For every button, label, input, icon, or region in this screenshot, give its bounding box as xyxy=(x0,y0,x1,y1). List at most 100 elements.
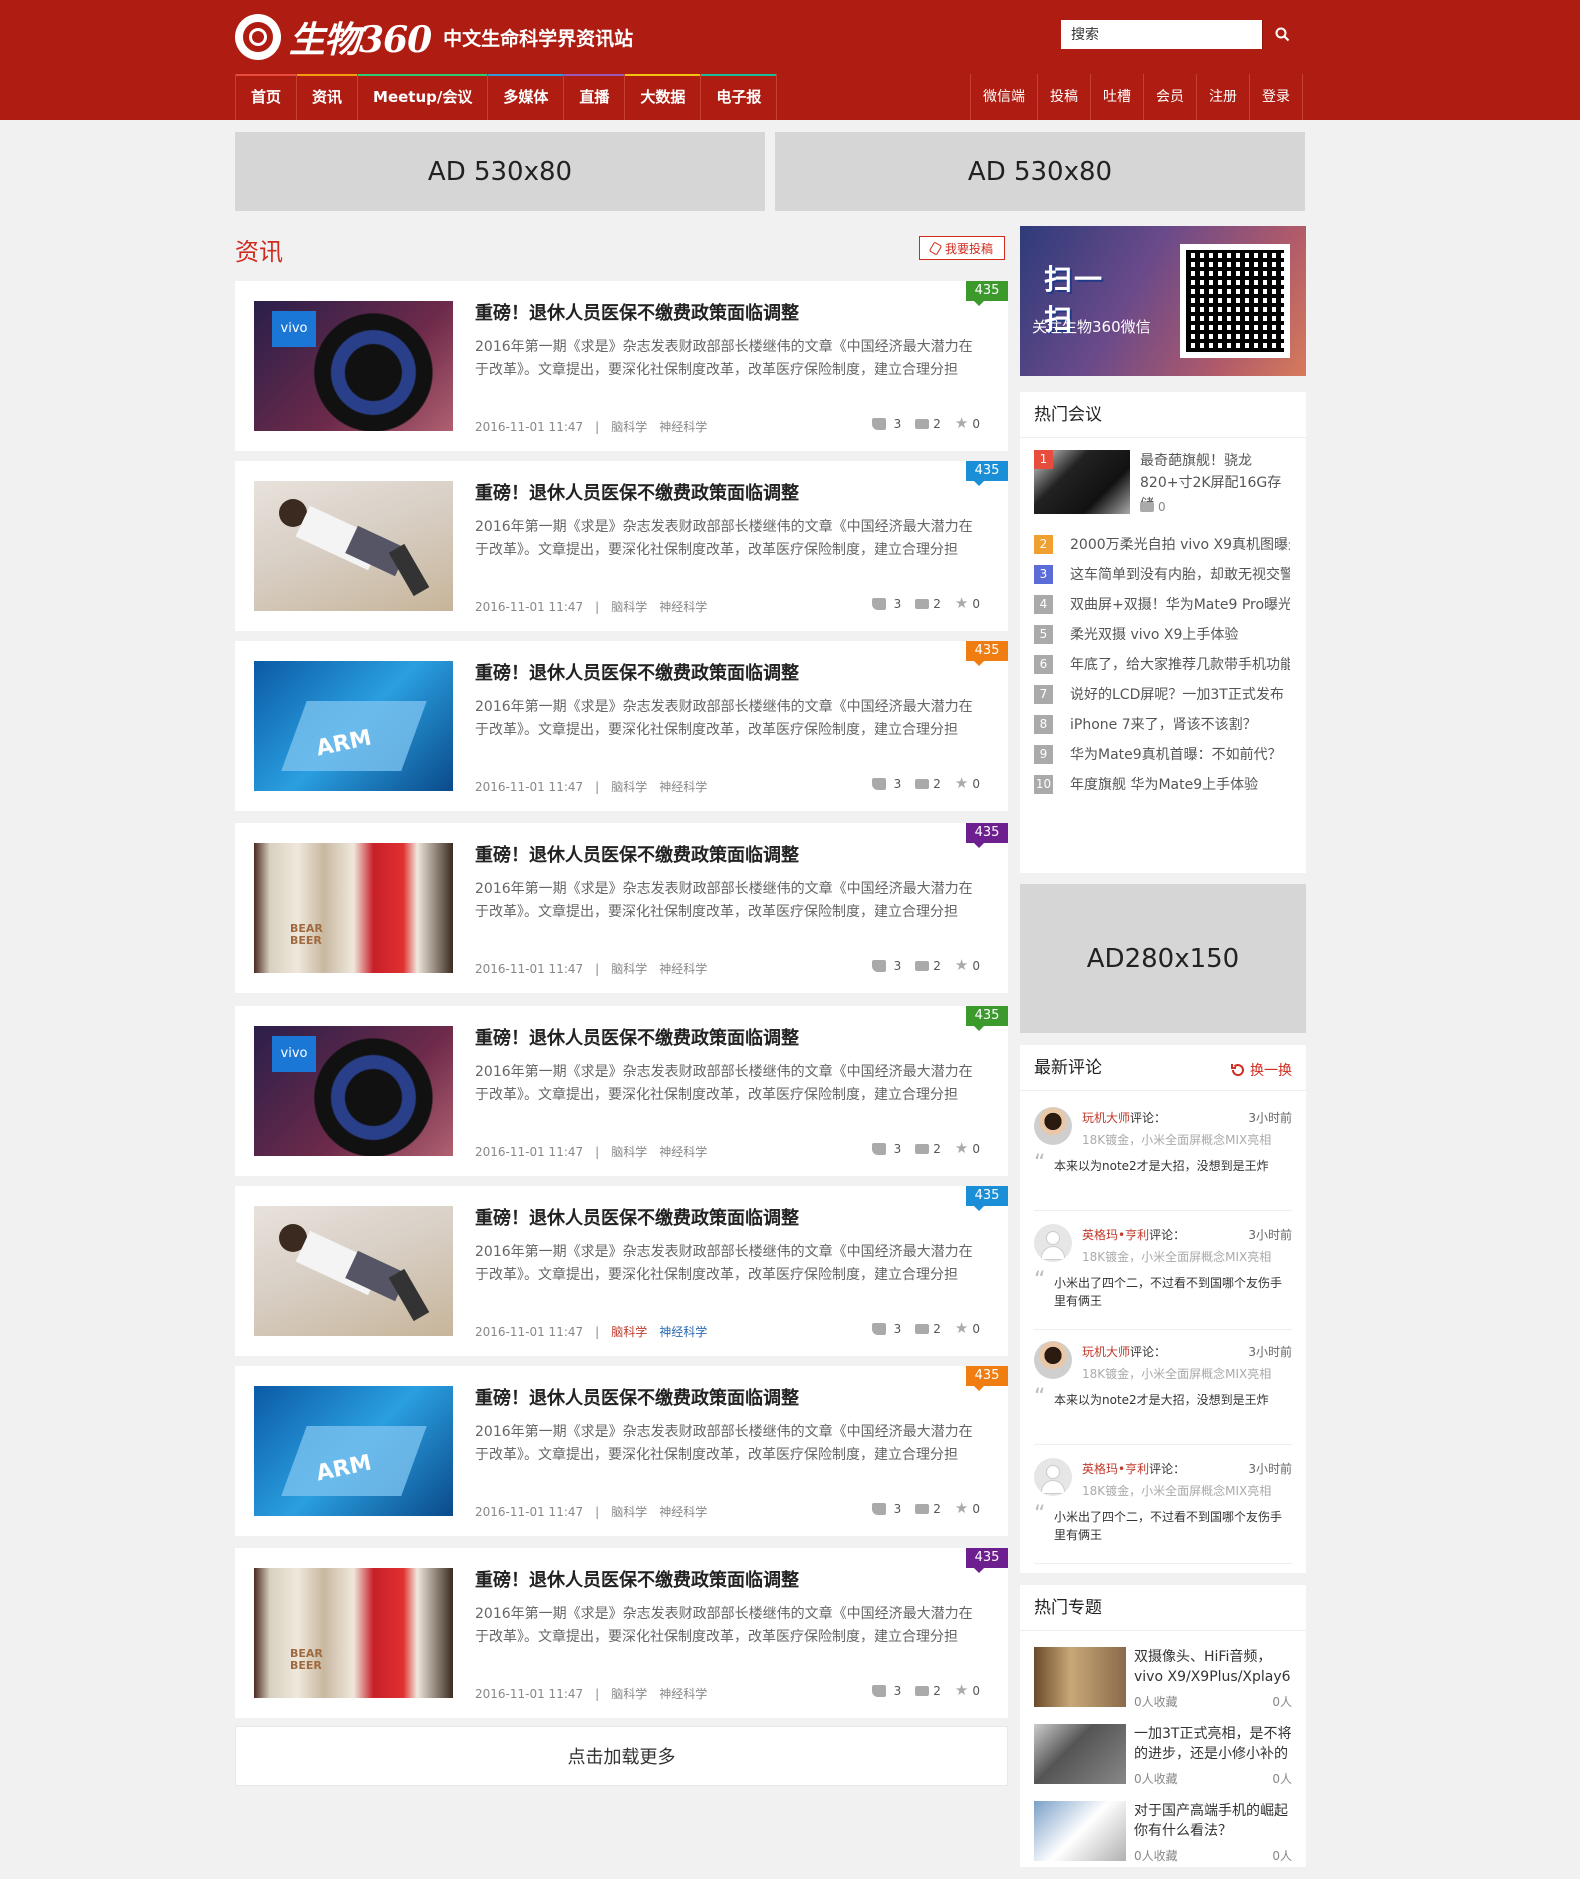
ad-side-banner[interactable]: AD280x150 xyxy=(1020,884,1306,1033)
refresh-comments-button[interactable]: 换一换 xyxy=(1230,1060,1292,1080)
star-stat[interactable]: ★ 0 xyxy=(955,1321,980,1336)
like-stat[interactable]: 3 xyxy=(871,1502,901,1516)
article-tag[interactable]: 脑科学 xyxy=(611,600,647,614)
comment-username[interactable]: 英格玛•亨利 xyxy=(1082,1462,1149,1476)
load-more-button[interactable]: 点击加载更多 xyxy=(235,1726,1008,1786)
like-stat[interactable]: 3 xyxy=(871,1142,901,1156)
article-card[interactable]: BEAR BEER 重磅！退休人员医保不缴费政策面临调整 2016年第一期《求是》杂志… xyxy=(235,823,1008,993)
article-tag[interactable]: 脑科学 xyxy=(611,1325,647,1339)
comment-stat[interactable]: 2 xyxy=(915,1142,941,1156)
comment-stat[interactable]: 2 xyxy=(915,417,941,431)
comment-stat[interactable]: 2 xyxy=(915,1502,941,1516)
like-stat[interactable]: 3 xyxy=(871,597,901,611)
article-tag[interactable]: 神经科学 xyxy=(659,1325,707,1339)
comment-stat[interactable]: 2 xyxy=(915,1322,941,1336)
comment-username[interactable]: 英格玛•亨利 xyxy=(1082,1228,1149,1242)
article-card[interactable]: vivo 重磅！退休人员医保不缴费政策面临调整 2016年第一期《求是》杂志发表财政… xyxy=(235,1006,1008,1176)
star-stat[interactable]: ★ 0 xyxy=(955,416,980,431)
hot-meeting-item[interactable]: 7 说好的LCD屏呢？一加3T正式发布 xyxy=(1034,684,1290,704)
topic-title[interactable]: 双摄像头、HiFi音频，vivo X9/X9Plus/Xplay6 发布 xyxy=(1134,1647,1292,1687)
ad-banner-left[interactable]: AD 530x80 xyxy=(235,132,765,211)
hot-meeting-item[interactable]: 10 年度旗舰 华为Mate9上手体验 xyxy=(1034,774,1290,794)
like-stat[interactable]: 3 xyxy=(871,417,901,431)
article-card[interactable]: 重磅！退休人员医保不缴费政策面临调整 2016年第一期《求是》杂志发表财政部部长楼… xyxy=(235,461,1008,631)
article-tag[interactable]: 脑科学 xyxy=(611,1687,647,1701)
comment-source[interactable]: 18K镀金，小米全面屏概念MIX亮相 xyxy=(1082,1131,1292,1148)
topic-item[interactable]: 双摄像头、HiFi音频，vivo X9/X9Plus/Xplay6 发布 0人收藏… xyxy=(1034,1647,1294,1709)
article-tag[interactable]: 脑科学 xyxy=(611,420,647,434)
article-tag[interactable]: 神经科学 xyxy=(659,1687,707,1701)
comment-source[interactable]: 18K镀金，小米全面屏概念MIX亮相 xyxy=(1082,1365,1292,1382)
nav-item[interactable]: 资讯 xyxy=(297,74,359,120)
comment-item[interactable]: 玩机大师评论： 3小时前 18K镀金，小米全面屏概念MIX亮相 “ 本来以为note2才… xyxy=(1034,1107,1292,1211)
user-nav-item[interactable]: 登录 xyxy=(1250,74,1303,120)
article-card[interactable]: BEAR BEER 重磅！退休人员医保不缴费政策面临调整 2016年第一期《求是》杂志… xyxy=(235,1548,1008,1718)
article-title[interactable]: 重磅！退休人员医保不缴费政策面临调整 xyxy=(475,659,799,685)
avatar[interactable] xyxy=(1034,1224,1072,1262)
comment-username[interactable]: 玩机大师 xyxy=(1082,1345,1130,1359)
comment-username[interactable]: 玩机大师 xyxy=(1082,1111,1130,1125)
wechat-qr-banner[interactable]: 扫一扫 关注生物360微信 xyxy=(1020,226,1306,376)
article-card[interactable]: ARM 重磅！退休人员医保不缴费政策面临调整 2016年第一期《求是》杂志发表财政部… xyxy=(235,1366,1008,1536)
article-thumbnail[interactable] xyxy=(254,481,453,611)
user-nav-item[interactable]: 投稿 xyxy=(1038,74,1091,120)
star-stat[interactable]: ★ 0 xyxy=(955,1141,980,1156)
submit-article-button[interactable]: 我要投稿 xyxy=(919,236,1005,260)
article-thumbnail[interactable]: BEAR BEER xyxy=(254,1568,453,1698)
article-thumbnail[interactable]: vivo xyxy=(254,301,453,431)
user-nav-item[interactable]: 微信端 xyxy=(970,74,1038,120)
nav-item[interactable]: 首页 xyxy=(235,74,298,120)
article-title[interactable]: 重磅！退休人员医保不缴费政策面临调整 xyxy=(475,1024,799,1050)
user-nav-item[interactable]: 会员 xyxy=(1144,74,1197,120)
search-input[interactable] xyxy=(1061,20,1262,49)
article-title[interactable]: 重磅！退休人员医保不缴费政策面临调整 xyxy=(475,1204,799,1230)
hot-meeting-item[interactable]: 9 华为Mate9真机首曝：不如前代？ xyxy=(1034,744,1290,764)
hot-meeting-item[interactable]: 6 年底了，给大家推荐几款带手机功能 xyxy=(1034,654,1290,674)
article-tag[interactable]: 脑科学 xyxy=(611,962,647,976)
comment-source[interactable]: 18K镀金，小米全面屏概念MIX亮相 xyxy=(1082,1482,1292,1499)
article-tag[interactable]: 神经科学 xyxy=(659,962,707,976)
hot-meeting-item[interactable]: 3 这车简单到没有内胎，却敢无视交警 xyxy=(1034,564,1290,584)
like-stat[interactable]: 3 xyxy=(871,1322,901,1336)
article-thumbnail[interactable]: vivo xyxy=(254,1026,453,1156)
nav-item[interactable]: 大数据 xyxy=(625,74,702,120)
ad-banner-right[interactable]: AD 530x80 xyxy=(775,132,1305,211)
hot-meeting-item[interactable]: 8 iPhone 7来了，肾该不该割？ xyxy=(1034,714,1290,734)
article-card[interactable]: ARM 重磅！退休人员医保不缴费政策面临调整 2016年第一期《求是》杂志发表财政部… xyxy=(235,641,1008,811)
topic-thumbnail[interactable] xyxy=(1034,1724,1126,1784)
star-stat[interactable]: ★ 0 xyxy=(955,958,980,973)
topic-title[interactable]: 对于国产高端手机的崛起你有什么看法？ xyxy=(1134,1801,1292,1841)
article-thumbnail[interactable]: ARM xyxy=(254,1386,453,1516)
hot-meeting-item[interactable]: 4 双曲屏+双摄！华为Mate9 Pro曝光 xyxy=(1034,594,1290,614)
article-card[interactable]: vivo 重磅！退休人员医保不缴费政策面临调整 2016年第一期《求是》杂志发表财政… xyxy=(235,281,1008,451)
article-tag[interactable]: 脑科学 xyxy=(611,780,647,794)
like-stat[interactable]: 3 xyxy=(871,1684,901,1698)
article-title[interactable]: 重磅！退休人员医保不缴费政策面临调整 xyxy=(475,1384,799,1410)
topic-title[interactable]: 一加3T正式亮相，是不将的进步，还是小修小补的 xyxy=(1134,1724,1292,1764)
article-thumbnail[interactable] xyxy=(254,1206,453,1336)
article-title[interactable]: 重磅！退休人员医保不缴费政策面临调整 xyxy=(475,299,799,325)
hot-meeting-item[interactable]: 5 柔光双摄 vivo X9上手体验 xyxy=(1034,624,1290,644)
topic-thumbnail[interactable] xyxy=(1034,1647,1126,1707)
topic-item[interactable]: 一加3T正式亮相，是不将的进步，还是小修小补的 0人收藏 0人 xyxy=(1034,1724,1294,1786)
hot-meeting-item[interactable]: 2 2000万柔光自拍 vivo X9真机图曝光 xyxy=(1034,534,1290,554)
star-stat[interactable]: ★ 0 xyxy=(955,776,980,791)
star-stat[interactable]: ★ 0 xyxy=(955,1683,980,1698)
article-tag[interactable]: 脑科学 xyxy=(611,1145,647,1159)
comment-item[interactable]: 玩机大师评论： 3小时前 18K镀金，小米全面屏概念MIX亮相 “ 本来以为note2才… xyxy=(1034,1341,1292,1445)
topic-thumbnail[interactable] xyxy=(1034,1801,1126,1861)
comment-item[interactable]: 英格玛•亨利评论： 3小时前 18K镀金，小米全面屏概念MIX亮相 “ 小米出了四个二，… xyxy=(1034,1224,1292,1330)
user-nav-item[interactable]: 吐槽 xyxy=(1091,74,1144,120)
article-thumbnail[interactable]: ARM xyxy=(254,661,453,791)
like-stat[interactable]: 3 xyxy=(871,959,901,973)
avatar[interactable] xyxy=(1034,1458,1072,1496)
comment-stat[interactable]: 2 xyxy=(915,959,941,973)
user-nav-item[interactable]: 注册 xyxy=(1197,74,1250,120)
comment-stat[interactable]: 2 xyxy=(915,1684,941,1698)
avatar[interactable] xyxy=(1034,1341,1072,1379)
article-tag[interactable]: 神经科学 xyxy=(659,420,707,434)
article-tag[interactable]: 神经科学 xyxy=(659,1145,707,1159)
nav-item[interactable]: 电子报 xyxy=(701,74,778,120)
nav-item[interactable]: Meetup/会议 xyxy=(358,74,489,120)
nav-item[interactable]: 直播 xyxy=(564,74,626,120)
